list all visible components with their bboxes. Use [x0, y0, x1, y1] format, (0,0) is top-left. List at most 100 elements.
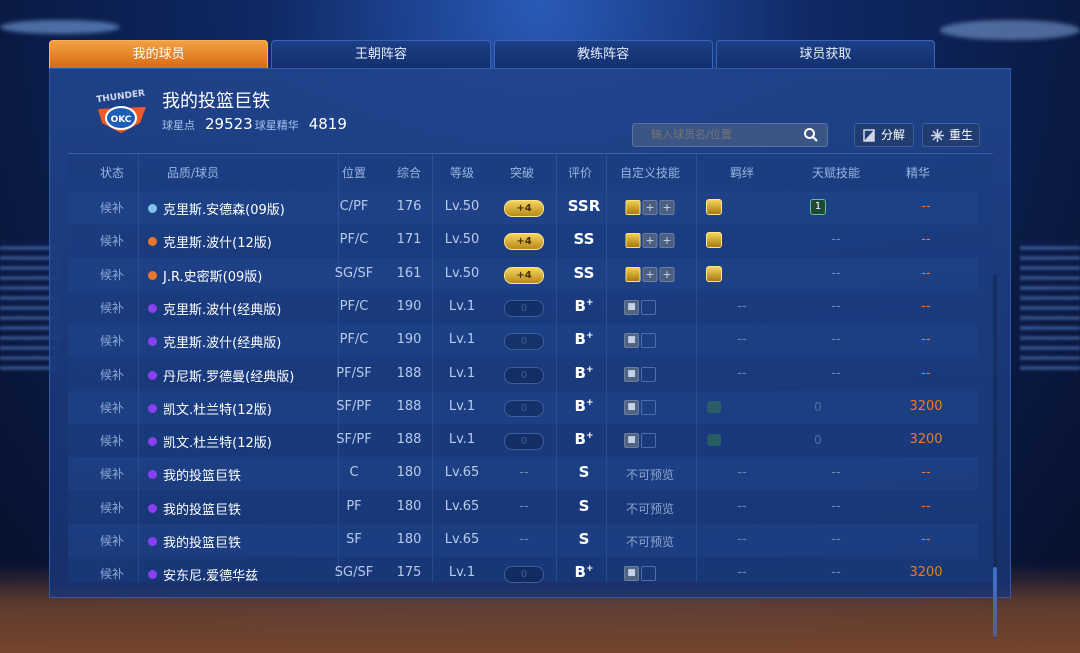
table-row[interactable]: 候补 克里斯.安德森(09版) C/PF 176 Lv.50 +4 SSR + +1 --	[68, 191, 978, 224]
talent-cell: --	[831, 298, 841, 314]
player-name[interactable]: 我的投篮巨铁	[148, 499, 241, 518]
custom-skills: ■	[624, 366, 656, 382]
player-name-label: 克里斯.安德森(09版)	[163, 203, 285, 218]
grade-letter: B	[574, 363, 586, 382]
col-state: 状态	[99, 166, 125, 180]
player-name[interactable]: 安东尼.爱德华兹	[148, 565, 258, 584]
player-name[interactable]: 克里斯.安德森(09版)	[148, 199, 285, 218]
table-row[interactable]: 候补 克里斯.波什(12版) PF/C 171 Lv.50 +4 SS + + -- --	[68, 224, 978, 257]
overall-cell: 190	[396, 298, 422, 314]
table-row[interactable]: 候补 安东尼.爱德华兹 SG/SF 175 Lv.1 0 B+ ■ -- -- 3200	[68, 557, 978, 590]
col-overall[interactable]: 综合	[397, 164, 421, 181]
state-cell: 候补	[99, 400, 125, 415]
table-row[interactable]: 候补 凯文.杜兰特(12版) SF/PF 188 Lv.1 0 B+ ■ 0 3200	[68, 390, 978, 424]
tab-my-players[interactable]: 我的球员	[49, 40, 269, 68]
skill-badge-icon[interactable]	[625, 233, 641, 249]
skill-badge-icon[interactable]	[625, 200, 641, 215]
grade-cell: SS	[573, 263, 595, 282]
talent-cell: --	[831, 365, 841, 381]
talent-cell: --	[831, 465, 841, 481]
player-name[interactable]: 凯文.杜兰特(12版)	[148, 399, 272, 418]
add-skill-icon[interactable]: +	[642, 200, 658, 215]
bond-icon[interactable]	[706, 265, 722, 282]
player-name[interactable]: 克里斯.波什(12版)	[148, 232, 272, 251]
talent-cell: --	[831, 498, 841, 514]
player-name[interactable]: 丹尼斯.罗德曼(经典版)	[148, 366, 294, 385]
add-skill-icon[interactable]: +	[659, 233, 675, 249]
player-name[interactable]: 我的投篮巨铁	[148, 465, 241, 484]
col-position[interactable]: 位置	[342, 164, 366, 181]
col-level[interactable]: 等级	[450, 164, 474, 181]
search-input[interactable]	[649, 127, 803, 142]
add-skill-icon[interactable]: +	[642, 233, 658, 249]
player-name[interactable]: 我的投篮巨铁	[148, 532, 241, 551]
overall-cell: 175	[396, 565, 422, 581]
grade-cell: S	[578, 496, 590, 515]
position-cell: SF/PF	[336, 432, 372, 448]
state-cell: 候补	[99, 467, 125, 482]
player-name-label: 克里斯.波什(经典版)	[163, 336, 282, 352]
tab-player-acquire[interactable]: 球员获取	[715, 40, 935, 68]
tab-dynasty-lineup[interactable]: 王朝阵容	[271, 40, 491, 68]
team-logo-icon: THUNDER OKC	[96, 89, 146, 133]
scrollbar-thumb[interactable]	[993, 567, 997, 637]
breakthrough-badge: 0	[504, 433, 544, 451]
table-row[interactable]: 候补 凯文.杜兰特(12版) SF/PF 188 Lv.1 0 B+ ■ 0 3200	[68, 424, 978, 457]
player-name-label: 我的投篮巨铁	[163, 469, 242, 485]
table-row[interactable]: 候补 我的投篮巨铁 SF 180 Lv.65 -- S 不可预览 -- -- --	[68, 524, 978, 557]
essence-cell: --	[921, 232, 931, 248]
overall-cell: 188	[396, 432, 422, 448]
add-skill-icon[interactable]: +	[642, 266, 658, 282]
position-cell: PF	[346, 498, 362, 514]
table-row[interactable]: 候补 我的投篮巨铁 C 180 Lv.65 -- S 不可预览 -- -- --	[68, 457, 978, 491]
search-icon[interactable]	[803, 127, 819, 143]
player-name[interactable]: 凯文.杜兰特(12版)	[148, 432, 272, 451]
table-row[interactable]: 候补 克里斯.波什(经典版) PF/C 190 Lv.1 0 B+ ■ -- -- --	[68, 324, 978, 358]
player-panel: THUNDER OKC 我的投篮巨铁 球星点 29523 球星精华 4819 分…	[49, 68, 1011, 639]
tab-coach-lineup[interactable]: 教练阵容	[493, 40, 713, 68]
essence-cell: --	[921, 498, 931, 514]
breakthrough-badge: +4	[504, 266, 544, 284]
add-skill-icon[interactable]: +	[659, 266, 675, 282]
level-cell: Lv.1	[448, 432, 476, 448]
player-name-label: 克里斯.波什(12版)	[163, 236, 272, 252]
empty-skill-slot	[641, 299, 656, 315]
table-row[interactable]: 候补 丹尼斯.罗德曼(经典版) PF/SF 188 Lv.1 0 B+ ■ -- -- --	[68, 358, 978, 391]
table-row[interactable]: 候补 J.R.史密斯(09版) SG/SF 161 Lv.50 +4 SS + + -- --	[68, 257, 978, 291]
player-table: 状态 品质/球员 位置 综合 等级 突破 评价 自定义技能 羁绊 天赋技能 精华…	[68, 153, 997, 639]
col-breakthrough[interactable]: 突破	[510, 164, 534, 181]
svg-text:THUNDER: THUNDER	[96, 89, 146, 106]
talent-badge[interactable]: 1	[810, 199, 826, 215]
col-player: 品质/球员	[166, 166, 220, 180]
level-cell: Lv.50	[444, 265, 480, 281]
breakthrough-cell: --	[519, 498, 529, 514]
grade-letter: B	[574, 430, 586, 449]
star-points-label: 球星点	[162, 119, 195, 132]
custom-skills[interactable]: + +	[625, 266, 675, 282]
rebirth-button[interactable]: 重生	[922, 123, 980, 147]
grade-plus: +	[585, 364, 594, 375]
grade-cell: S	[578, 463, 590, 482]
col-grade[interactable]: 评价	[568, 164, 592, 181]
add-skill-icon[interactable]: +	[659, 200, 675, 215]
skill-badge-icon[interactable]	[625, 266, 641, 282]
bond-icon[interactable]	[706, 199, 722, 215]
table-row[interactable]: 候补 克里斯.波什(经典版) PF/C 190 Lv.1 0 B+ ■ -- -- --	[68, 291, 978, 324]
custom-skills[interactable]: + +	[625, 233, 675, 249]
currency-stats: 球星点 29523 球星精华 4819	[162, 115, 347, 133]
player-name[interactable]: 克里斯.波什(经典版)	[148, 299, 281, 318]
bond-icon[interactable]	[706, 232, 722, 249]
custom-skills: 不可预览	[625, 501, 675, 516]
essence-label: 球星精华	[254, 119, 299, 132]
level-cell: Lv.1	[448, 365, 476, 381]
level-cell: Lv.65	[444, 465, 480, 481]
grade-cell: B+	[575, 364, 594, 382]
custom-skills[interactable]: + +	[625, 200, 675, 215]
player-name[interactable]: J.R.史密斯(09版)	[148, 266, 262, 285]
col-essence[interactable]: 精华	[906, 164, 930, 181]
lock-icon: ■	[624, 399, 639, 415]
decompose-button[interactable]: 分解	[854, 123, 914, 147]
table-row[interactable]: 候补 我的投篮巨铁 PF 180 Lv.65 -- S 不可预览 -- -- --	[68, 491, 978, 524]
search-box[interactable]	[632, 123, 828, 147]
player-name[interactable]: 克里斯.波什(经典版)	[148, 332, 281, 351]
